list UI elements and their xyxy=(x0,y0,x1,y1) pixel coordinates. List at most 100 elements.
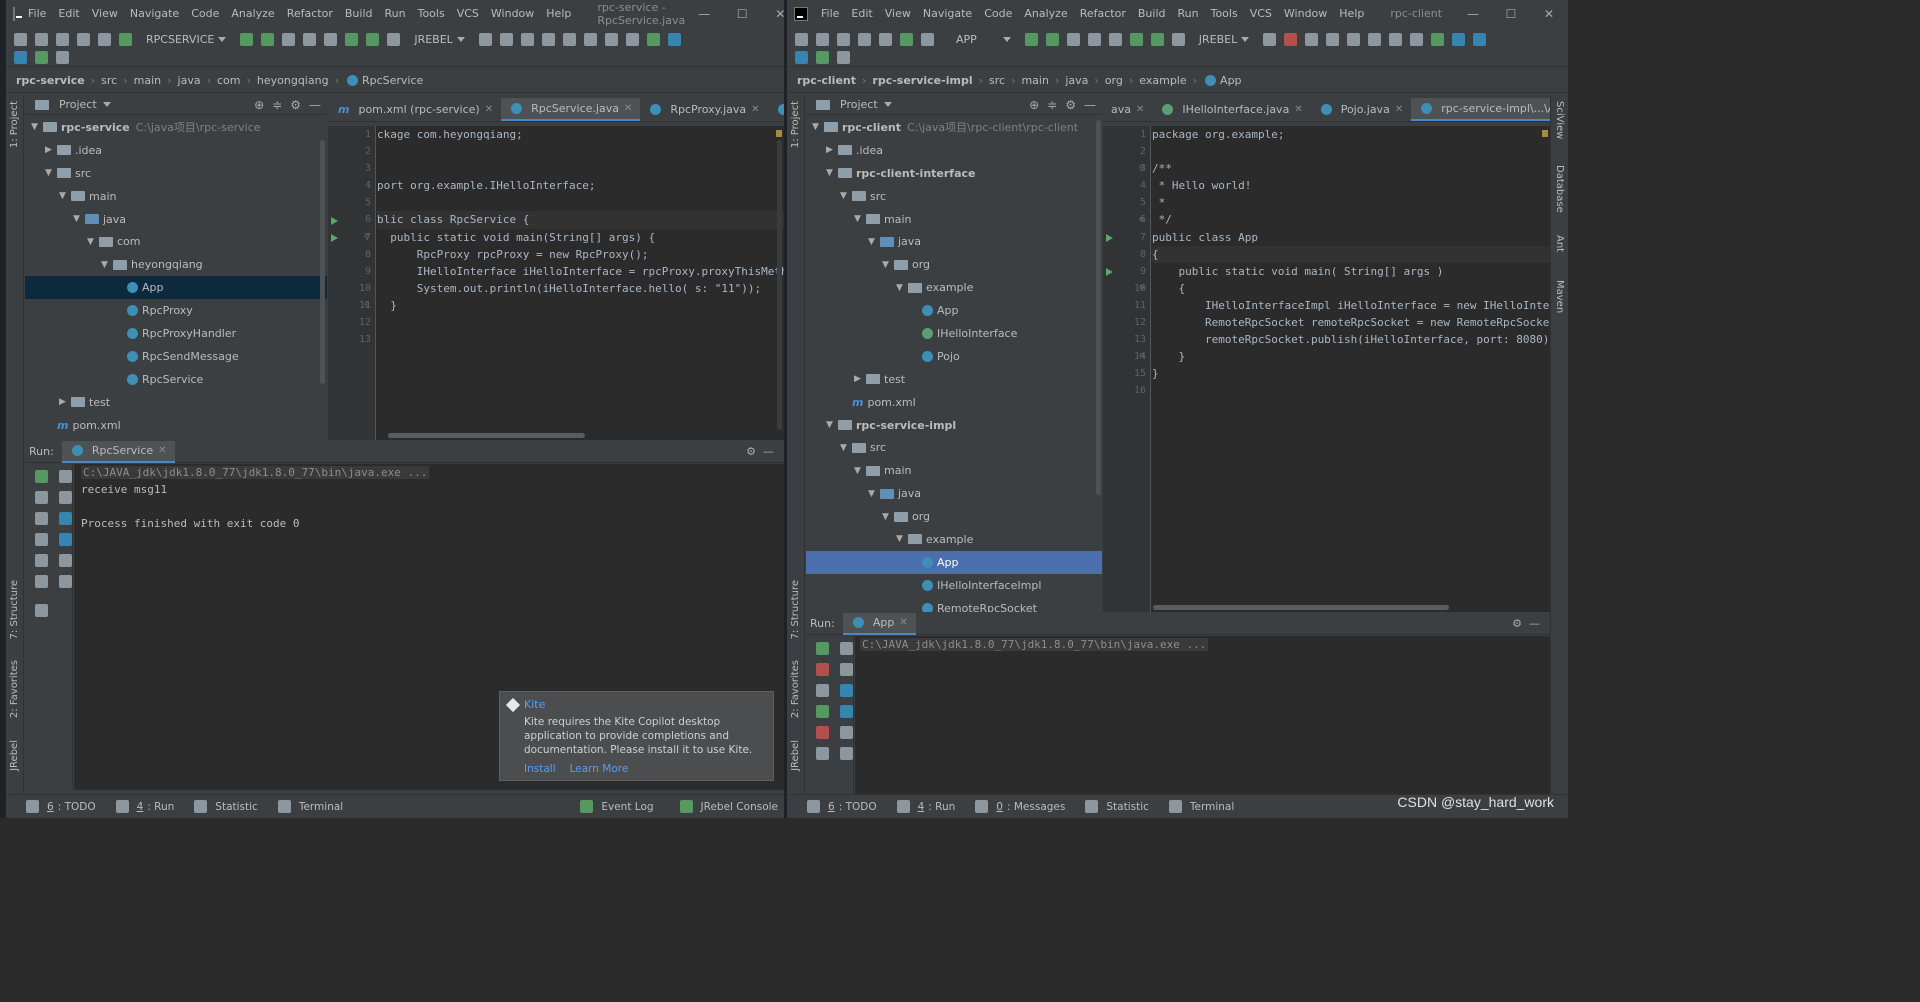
menu-vcs[interactable]: VCS xyxy=(1244,7,1278,20)
stop-icon[interactable] xyxy=(35,491,48,504)
editor-tab[interactable]: Pojo.java ✕ xyxy=(1311,98,1412,121)
tool-window-sciview[interactable]: SciView xyxy=(1554,101,1565,139)
tree-item[interactable]: RpcService xyxy=(25,368,327,391)
run-gutter-icon[interactable] xyxy=(1106,267,1113,276)
status-item[interactable]: 6: TODO xyxy=(22,800,96,813)
editor-tab[interactable]: RpcProxy✕ xyxy=(768,98,784,121)
project-tree-scrollbar[interactable] xyxy=(320,140,325,384)
rebuild-icon[interactable] xyxy=(1263,32,1277,46)
close-icon[interactable]: ✕ xyxy=(1136,104,1144,115)
jrebel-selector[interactable]: JREBEL xyxy=(1199,33,1250,46)
tree-item[interactable]: IHelloInterface xyxy=(806,322,1102,345)
open-folder-icon[interactable] xyxy=(14,32,27,46)
run-settings-icon[interactable]: ⚙ — xyxy=(1512,617,1540,630)
menu-file[interactable]: File xyxy=(815,7,845,20)
maximize-button[interactable]: ☐ xyxy=(723,7,761,21)
breadcrumb-item[interactable]: rpc-service xyxy=(16,74,85,87)
debug-icon[interactable] xyxy=(1045,32,1059,46)
print-icon[interactable] xyxy=(840,726,853,739)
git-icon[interactable] xyxy=(1473,32,1487,46)
run-gutter-icon[interactable] xyxy=(331,216,338,225)
editor-h-scrollbar[interactable] xyxy=(1153,605,1449,610)
scroll-end-icon[interactable] xyxy=(840,705,853,718)
device-icon[interactable] xyxy=(1305,32,1319,46)
attach-icon[interactable] xyxy=(1108,32,1122,46)
code-content[interactable]: ckage com.heyongqiang; port org.example.I… xyxy=(377,126,784,440)
menu-window[interactable]: Window xyxy=(485,7,540,20)
menu-tools[interactable]: Tools xyxy=(1205,7,1244,20)
editor-tab[interactable]: RpcProxy.java ✕ xyxy=(640,98,767,121)
jrebel-debug-icon[interactable] xyxy=(1150,32,1164,46)
camera-icon[interactable] xyxy=(35,512,48,525)
git-icon[interactable] xyxy=(14,50,27,64)
tree-item[interactable]: ▶ test xyxy=(806,368,1102,391)
wrench-icon[interactable] xyxy=(1347,32,1361,46)
collapse-all-icon[interactable]: ≑ xyxy=(272,98,282,112)
attach-icon[interactable] xyxy=(324,32,338,46)
menu-build[interactable]: Build xyxy=(339,7,379,20)
project-panel-title[interactable]: Project xyxy=(840,98,878,111)
editor-tab[interactable]: IHelloInterface.java ✕ xyxy=(1152,98,1310,121)
statistic-icon[interactable] xyxy=(1431,32,1445,46)
search-icon[interactable] xyxy=(1410,32,1424,46)
tree-item[interactable]: ▼ java xyxy=(806,230,1102,253)
menu-edit[interactable]: Edit xyxy=(845,7,878,20)
tree-item[interactable]: ▼ org xyxy=(806,253,1102,276)
no-entry-icon[interactable] xyxy=(667,32,681,46)
menu-window[interactable]: Window xyxy=(1278,7,1333,20)
menu-view[interactable]: View xyxy=(86,7,124,20)
stop-icon[interactable] xyxy=(499,32,513,46)
close-icon[interactable]: ✕ xyxy=(751,104,759,115)
tree-item[interactable]: ▼ main xyxy=(806,459,1102,482)
forward-icon[interactable] xyxy=(879,32,892,46)
exit-icon[interactable] xyxy=(35,554,48,567)
tool-window-structure[interactable]: 7: Structure xyxy=(9,580,20,639)
menu-file[interactable]: File xyxy=(22,7,52,20)
tool-window-favorites[interactable]: 2: Favorites xyxy=(790,660,801,718)
menu-analyze[interactable]: Analyze xyxy=(225,7,280,20)
rerun-icon[interactable] xyxy=(1024,32,1038,46)
stop-icon[interactable] xyxy=(1284,32,1298,46)
plugin-icon[interactable] xyxy=(816,50,829,64)
no-entry-icon[interactable] xyxy=(1452,32,1466,46)
status-item[interactable]: 4: Run xyxy=(112,800,174,813)
project-structure-icon[interactable] xyxy=(583,32,597,46)
project-structure-icon[interactable] xyxy=(1368,32,1382,46)
minimize-button[interactable]: — xyxy=(1454,7,1492,21)
close-button[interactable]: ✕ xyxy=(761,7,784,21)
search-icon[interactable] xyxy=(625,32,639,46)
gear-icon[interactable]: ⚙ xyxy=(290,98,301,112)
tree-item[interactable]: App xyxy=(806,299,1102,322)
install-link[interactable]: Install xyxy=(524,763,556,775)
jrebel-run-icon[interactable] xyxy=(345,32,359,46)
tree-item[interactable]: RpcProxy xyxy=(25,299,327,322)
jrebel-run-icon[interactable] xyxy=(1129,32,1143,46)
git-branch-icon[interactable] xyxy=(795,50,808,64)
close-icon[interactable]: ✕ xyxy=(1395,104,1403,115)
tree-item[interactable]: RpcSendMessage xyxy=(25,345,327,368)
run-gutter-icon[interactable] xyxy=(331,233,338,242)
terminal-icon[interactable] xyxy=(604,32,618,46)
status-item[interactable]: Terminal xyxy=(274,800,343,813)
coverage-icon[interactable] xyxy=(1066,32,1080,46)
open-folder-icon[interactable] xyxy=(795,32,808,46)
update-icon[interactable] xyxy=(1171,32,1185,46)
tool-window-jrebel[interactable]: JRebel xyxy=(790,740,801,771)
code-editor[interactable]: 1 2 3 4 5 6 7 8 9 10 11 12 13 ⊖ ⊖ ckage com.heyongqian… xyxy=(328,126,784,440)
exit-icon[interactable] xyxy=(816,726,829,739)
rerun-icon[interactable] xyxy=(35,470,48,483)
chevron-down-icon[interactable] xyxy=(883,102,892,107)
save-icon[interactable] xyxy=(35,32,48,46)
locate-icon[interactable]: ⊕ xyxy=(1029,98,1039,112)
print-icon[interactable] xyxy=(59,554,72,567)
tree-item[interactable]: RpcProxyHandler xyxy=(25,322,327,345)
layout-icon[interactable] xyxy=(816,747,829,760)
build-hammer-icon[interactable] xyxy=(119,32,132,46)
debug-bug-icon[interactable] xyxy=(816,705,829,718)
tree-item[interactable]: ▼ java xyxy=(25,208,327,231)
run-console[interactable]: C:\JAVA_jdk\jdk1.8.0_77\jdk1.8.0_77\bin\… xyxy=(855,636,1550,794)
maximize-button[interactable]: ☐ xyxy=(1492,7,1530,21)
fold-icon[interactable]: ⊖ xyxy=(1139,351,1144,361)
tree-item[interactable]: RemoteRpcSocket xyxy=(806,597,1102,612)
menu-tools[interactable]: Tools xyxy=(412,7,451,20)
